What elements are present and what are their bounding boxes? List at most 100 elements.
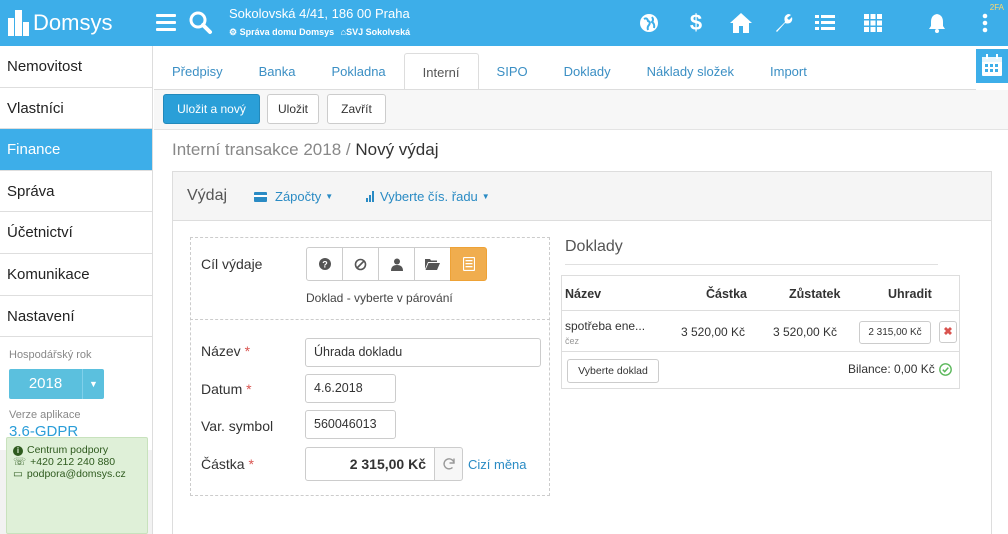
- sidebar-item-sprava[interactable]: Správa: [0, 170, 152, 213]
- check-circle-icon: [938, 362, 952, 376]
- tab-predpisy[interactable]: Předpisy: [154, 53, 241, 90]
- save-button[interactable]: Uložit: [267, 94, 319, 124]
- search-icon[interactable]: [187, 9, 215, 37]
- 2fa-badge: 2FA: [989, 3, 1004, 12]
- panel-header: Výdaj Zápočty ▼ Vyberte čís. řadu ▼: [173, 172, 991, 221]
- breadcrumb: Interní transakce 2018 / Nový výdaj: [172, 140, 438, 160]
- email-icon: ▭: [13, 468, 23, 480]
- fiscal-year-label: Hospodářský rok: [9, 349, 92, 362]
- user-icon[interactable]: [378, 247, 415, 281]
- target-label: Cíl výdaje: [201, 256, 263, 272]
- tab-interni[interactable]: Interní: [403, 53, 479, 90]
- name-input[interactable]: Úhrada dokladu: [305, 338, 541, 367]
- sidebar-item-nemovitost[interactable]: Nemovitost: [0, 46, 152, 88]
- date-label-text: Datum: [201, 381, 243, 397]
- sidebar-item-ucetnictvi[interactable]: Účetnictví: [0, 212, 152, 254]
- form-divider: [190, 319, 550, 320]
- breadcrumb-separator: /: [341, 140, 356, 159]
- col-name-header: Název: [565, 287, 602, 301]
- caret-down-icon: ▼: [481, 192, 490, 201]
- row-balance: 3 520,00 Kč: [773, 325, 838, 339]
- remove-icon[interactable]: ✖: [939, 321, 957, 343]
- caret-down-icon: ▼: [82, 369, 104, 400]
- name-label-text: Název: [201, 343, 241, 359]
- version-label: Verze aplikace: [9, 409, 81, 422]
- menu-toggle-icon[interactable]: [156, 14, 176, 31]
- top-bar: Domsys Sokolovská 4/41, 186 00 Praha ⚙ S…: [0, 0, 1008, 46]
- support-title: Centrum podpory: [27, 444, 109, 456]
- save-and-new-button[interactable]: Uložit a nový: [163, 94, 260, 124]
- logo[interactable]: Domsys: [8, 8, 112, 38]
- org-name: Správa domu Domsys: [239, 27, 335, 37]
- tab-banka[interactable]: Banka: [241, 53, 314, 90]
- ban-icon[interactable]: [342, 247, 379, 281]
- support-email[interactable]: podpora@domsys.cz: [27, 468, 126, 480]
- offsets-dropdown[interactable]: Zápočty ▼: [254, 189, 333, 204]
- tab-doklady[interactable]: Doklady: [546, 53, 629, 90]
- sidebar-item-vlastnici[interactable]: Vlastníci: [0, 87, 152, 130]
- row-name[interactable]: spotřeba ene...: [565, 319, 645, 333]
- foreign-currency-link[interactable]: Cizí měna: [468, 457, 527, 472]
- col-balance-header: Zůstatek: [789, 287, 841, 301]
- number-series-dropdown[interactable]: Vyberte čís. řadu ▼: [366, 189, 490, 204]
- balance-text: Bilance: 0,00 Kč: [848, 362, 935, 376]
- list-icon[interactable]: [805, 0, 845, 46]
- fiscal-year-select[interactable]: 2018 ▼: [9, 369, 104, 400]
- question-icon[interactable]: ?: [306, 247, 343, 281]
- folder-open-icon[interactable]: [414, 247, 451, 281]
- breadcrumb-current: Nový výdaj: [355, 140, 439, 159]
- variable-symbol-input[interactable]: 560046013: [305, 410, 396, 439]
- close-button[interactable]: Zavřít: [327, 94, 386, 124]
- tab-sipo[interactable]: SIPO: [479, 53, 546, 90]
- required-mark: *: [246, 381, 252, 397]
- info-icon: i: [13, 446, 23, 456]
- calendar-icon[interactable]: [976, 49, 1008, 83]
- phone-icon: ☏: [13, 456, 27, 468]
- globe-icon[interactable]: [629, 0, 669, 46]
- sidebar-item-finance[interactable]: Finance: [0, 129, 152, 171]
- amount-input[interactable]: 2 315,00 Kč: [305, 447, 435, 481]
- bell-icon[interactable]: [917, 0, 957, 46]
- amount-label-text: Částka: [201, 456, 245, 472]
- documents-title: Doklady: [565, 238, 623, 255]
- address-text: Sokolovská 4/41, 186 00 Praha: [229, 6, 410, 21]
- name-label: Název *: [201, 343, 250, 359]
- date-input[interactable]: 4.6.2018: [305, 374, 396, 403]
- svj-name: SVJ Sokolvská: [346, 27, 411, 37]
- property-address[interactable]: Sokolovská 4/41, 186 00 Praha ⚙ Správa d…: [229, 6, 410, 39]
- home-icon[interactable]: [721, 0, 761, 46]
- wrench-icon[interactable]: [764, 0, 804, 46]
- balance-status: Bilance: 0,00 Kč: [848, 362, 952, 376]
- amount-label: Částka *: [201, 456, 254, 472]
- tab-naklady-slozek[interactable]: Náklady složek: [629, 53, 752, 90]
- pay-amount-input[interactable]: 2 315,00 Kč: [859, 321, 931, 344]
- tab-pokladna[interactable]: Pokladna: [313, 53, 403, 90]
- number-series-label: Vyberte čís. řadu: [380, 189, 478, 204]
- target-selector: ?: [306, 247, 487, 281]
- refresh-icon[interactable]: [434, 447, 463, 481]
- panel-title: Výdaj: [187, 187, 228, 204]
- offsets-label: Zápočty: [275, 189, 322, 204]
- select-document-button[interactable]: Vyberte doklad: [567, 359, 659, 383]
- target-hint: Doklad - vyberte v párování: [306, 291, 453, 305]
- sidebar-item-komunikace[interactable]: Komunikace: [0, 253, 152, 296]
- col-pay-header: Uhradit: [888, 287, 932, 301]
- signal-icon: [366, 191, 374, 202]
- grid-icon[interactable]: [853, 0, 893, 46]
- tab-import[interactable]: Import: [752, 53, 825, 90]
- sidebar-item-nastaveni[interactable]: Nastavení: [0, 295, 152, 338]
- action-bar: Uložit a nový Uložit Zavřít: [154, 90, 1008, 130]
- documents-title-rule: [565, 264, 938, 265]
- support-box: i Centrum podpory ☏ +420 212 240 880 ▭ podp…: [6, 437, 148, 534]
- gear-icon: ⚙: [229, 27, 238, 37]
- logo-text: Domsys: [33, 10, 113, 35]
- svg-text:?: ?: [322, 260, 328, 270]
- document-list-icon[interactable]: [450, 247, 487, 281]
- row-amount: 3 520,00 Kč: [681, 325, 746, 339]
- card-icon: [254, 191, 267, 202]
- dollar-icon[interactable]: $: [676, 0, 716, 46]
- sidebar-info: Hospodářský rok 2018 ▼ Verze aplikace 3.…: [0, 337, 152, 451]
- logo-icon: [8, 10, 30, 36]
- breadcrumb-parent[interactable]: Interní transakce 2018: [172, 140, 341, 159]
- support-phone[interactable]: +420 212 240 880: [30, 456, 115, 468]
